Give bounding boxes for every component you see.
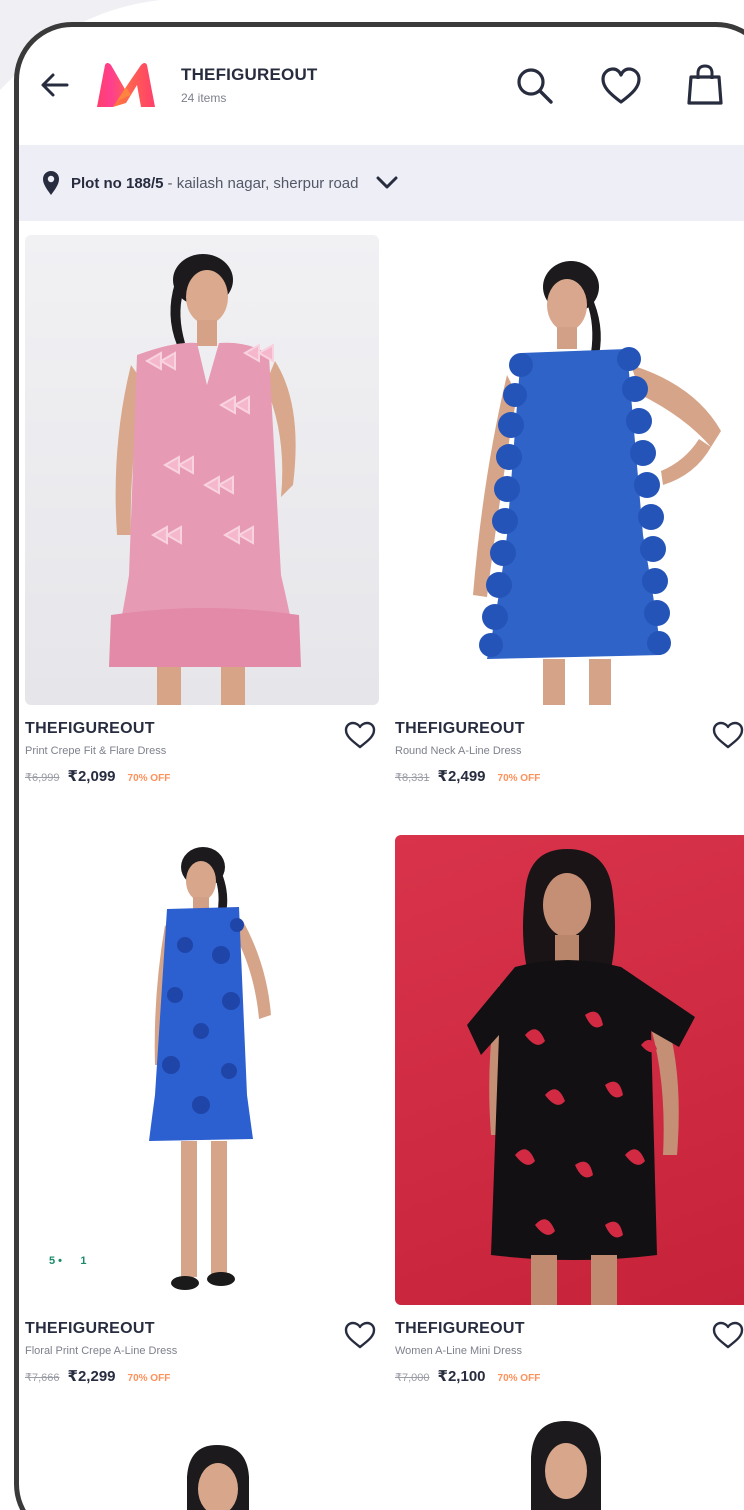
heart-icon[interactable] xyxy=(343,1319,377,1351)
search-icon[interactable] xyxy=(514,65,556,107)
product-discount: 70% OFF xyxy=(127,1373,171,1384)
product-brand: THEFIGUREOUT xyxy=(395,720,525,737)
color-swatch-indicator: 5 • 1 xyxy=(49,1255,87,1267)
product-image-partial xyxy=(531,1421,601,1510)
product-price: ₹2,100 xyxy=(437,1368,486,1385)
product-description: Round Neck A-Line Dress xyxy=(395,745,522,757)
product-brand: THEFIGUREOUT xyxy=(395,1320,525,1337)
back-arrow-icon[interactable] xyxy=(37,67,73,103)
item-count: 24 items xyxy=(181,91,227,105)
product-description: Floral Print Crepe A-Line Dress xyxy=(25,1345,178,1357)
model-pink-dress-image xyxy=(109,254,301,705)
product-image[interactable] xyxy=(25,835,379,1305)
product-card[interactable]: THEFIGUREOUT Print Crepe Fit & Flare Dre… xyxy=(25,235,385,805)
product-image-partial xyxy=(187,1445,249,1510)
product-price: ₹2,099 xyxy=(67,768,116,785)
address-secondary: - kailash nagar, sherpur road xyxy=(167,174,359,192)
model-blue-ruffle-dress-image xyxy=(473,261,721,705)
product-mrp: ₹6,999 xyxy=(25,772,60,784)
product-description: Print Crepe Fit & Flare Dress xyxy=(25,745,167,757)
product-image[interactable] xyxy=(395,835,744,1305)
product-price-row: ₹8,331 ₹2,499 70% OFF xyxy=(395,767,540,785)
myntra-logo[interactable] xyxy=(93,57,159,113)
product-discount: 70% OFF xyxy=(497,1373,541,1384)
product-card[interactable]: THEFIGUREOUT Round Neck A-Line Dress ₹8,… xyxy=(395,235,744,805)
product-price: ₹2,299 xyxy=(67,1368,116,1385)
delivery-address-bar[interactable]: Plot no 188/5 - kailash nagar, sherpur r… xyxy=(19,145,744,221)
model-black-red-dress-image xyxy=(467,849,695,1305)
phone-frame: THEFIGUREOUT 24 items Plot no 188/5 - ka… xyxy=(14,22,744,1510)
product-brand: THEFIGUREOUT xyxy=(25,1320,155,1337)
product-brand: THEFIGUREOUT xyxy=(25,720,155,737)
product-mrp: ₹7,666 xyxy=(25,1372,60,1384)
product-image[interactable] xyxy=(395,235,744,705)
product-card[interactable] xyxy=(25,1437,379,1510)
product-price-row: ₹7,000 ₹2,100 70% OFF xyxy=(395,1367,540,1385)
wishlist-heart-icon[interactable] xyxy=(599,65,643,107)
heart-icon[interactable] xyxy=(343,719,377,751)
product-price-row: ₹7,666 ₹2,299 70% OFF xyxy=(25,1367,170,1385)
product-mrp: ₹7,000 xyxy=(395,1372,430,1384)
product-price-row: ₹6,999 ₹2,099 70% OFF xyxy=(25,767,170,785)
product-price: ₹2,499 xyxy=(437,768,486,785)
model-blue-floral-dress-image xyxy=(149,847,271,1290)
product-card[interactable]: THEFIGUREOUT Women A-Line Mini Dress ₹7,… xyxy=(395,835,744,1405)
product-discount: 70% OFF xyxy=(497,773,541,784)
product-card[interactable]: 5 • 1 THEFIGUREOUT Floral Print Crepe A-… xyxy=(25,835,385,1405)
heart-icon[interactable] xyxy=(711,719,744,751)
bag-icon[interactable] xyxy=(685,63,725,107)
address-primary: Plot no 188/5 xyxy=(71,174,164,192)
product-image[interactable] xyxy=(25,235,379,705)
product-discount: 70% OFF xyxy=(127,773,171,784)
heart-icon[interactable] xyxy=(711,1319,744,1351)
page-title: THEFIGUREOUT xyxy=(181,65,318,84)
app-header: THEFIGUREOUT 24 items xyxy=(19,27,744,142)
product-description: Women A-Line Mini Dress xyxy=(395,1345,522,1357)
product-mrp: ₹8,331 xyxy=(395,772,430,784)
chevron-down-icon[interactable] xyxy=(376,176,398,190)
location-pin-icon xyxy=(43,171,59,195)
product-card[interactable] xyxy=(395,1407,744,1510)
